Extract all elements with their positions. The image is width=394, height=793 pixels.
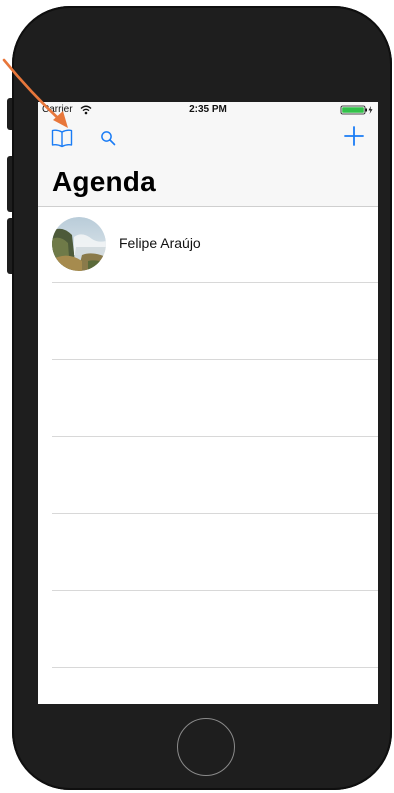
table-row: [52, 437, 378, 514]
home-button[interactable]: [177, 718, 235, 776]
app-screen: Carrier 2:35 PM Agenda Felipe Araújo: [38, 102, 378, 704]
add-contact-button[interactable]: [342, 124, 366, 148]
page-title: Agenda: [52, 166, 156, 197]
table-row: [52, 591, 378, 668]
contacts-table: Felipe Araújo: [38, 207, 378, 668]
contact-avatar: [52, 217, 106, 271]
battery-icon: [340, 105, 373, 115]
status-time: 2:35 PM: [189, 104, 227, 115]
table-row[interactable]: Felipe Araújo: [52, 207, 378, 283]
search-icon[interactable]: [100, 130, 116, 146]
table-row: [52, 360, 378, 437]
bookmarks-icon[interactable]: [51, 128, 73, 148]
stage: Carrier 2:35 PM Agenda Felipe Araújo: [0, 0, 394, 793]
contact-name: Felipe Araújo: [119, 235, 201, 251]
navigation-bar: Agenda: [38, 118, 378, 207]
status-bar: Carrier 2:35 PM: [38, 102, 378, 118]
table-row: [52, 514, 378, 591]
table-row: [52, 283, 378, 360]
